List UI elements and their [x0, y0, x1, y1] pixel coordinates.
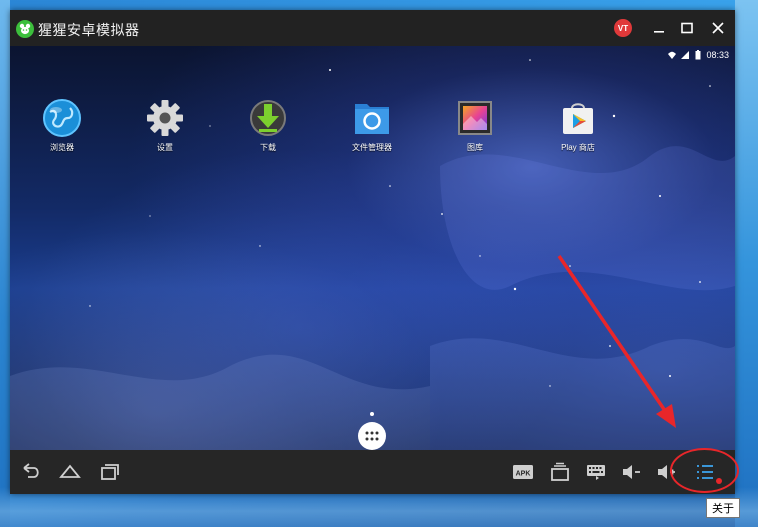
minimize-button[interactable] [649, 18, 669, 38]
app-play-store[interactable]: Play 商店 [538, 98, 618, 153]
back-button[interactable] [20, 462, 42, 482]
app-label: 浏览器 [50, 143, 74, 152]
download-arrow-icon [248, 98, 288, 138]
home-button[interactable] [59, 462, 81, 482]
keyboard-icon [587, 465, 605, 480]
battery-icon [695, 50, 701, 60]
close-button[interactable] [708, 18, 728, 38]
minimize-icon [654, 31, 664, 33]
signal-icon [681, 51, 690, 59]
red-highlight-circle [670, 448, 739, 493]
user-avatar[interactable]: VT [614, 19, 632, 37]
desktop-background-right [735, 0, 758, 527]
app-logo-icon [16, 20, 34, 38]
app-gallery[interactable]: 图库 [435, 98, 515, 153]
back-icon [23, 463, 39, 478]
recent-apps-button[interactable] [98, 462, 120, 482]
apk-install-icon: APK [513, 465, 533, 479]
play-store-icon [558, 98, 598, 138]
title-bar[interactable]: 猩猩安卓模拟器 VT [10, 10, 735, 46]
app-label: 下载 [260, 143, 276, 152]
svg-text:APK: APK [516, 471, 531, 478]
maximize-icon [681, 22, 693, 34]
maximize-button[interactable] [677, 18, 697, 38]
recent-apps-icon [101, 464, 119, 480]
app-label: 图库 [467, 143, 483, 152]
multi-window-button[interactable] [549, 462, 571, 482]
keyboard-button[interactable] [585, 462, 607, 482]
app-drawer-icon [365, 431, 379, 441]
file-manager-icon [352, 98, 392, 138]
app-label: 设置 [157, 143, 173, 152]
app-browser[interactable]: 浏览器 [22, 98, 102, 153]
volume-down-icon [623, 465, 640, 479]
volume-down-button[interactable] [620, 462, 642, 482]
multi-window-icon [551, 462, 569, 481]
android-screen[interactable]: 08:33 浏览器 设置 下载 文件管理器 图库 Play 商店 [10, 46, 735, 450]
window-title: 猩猩安卓模拟器 [38, 22, 140, 38]
wifi-icon [668, 51, 677, 59]
app-label: 文件管理器 [352, 143, 392, 152]
emulator-window: 猩猩安卓模拟器 VT 08:33 浏览器 设置 下载 文件管理器 图库 Play… [10, 10, 735, 494]
app-drawer-button[interactable] [358, 422, 386, 450]
app-settings[interactable]: 设置 [125, 98, 205, 153]
browser-globe-icon [42, 98, 82, 138]
apk-install-button[interactable]: APK [512, 462, 534, 482]
tooltip: 关于 [706, 498, 740, 518]
gallery-icon [455, 98, 495, 138]
page-indicator [370, 412, 374, 416]
app-downloads[interactable]: 下载 [228, 98, 308, 153]
app-file-manager[interactable]: 文件管理器 [332, 98, 412, 153]
android-status-bar: 08:33 [667, 48, 729, 62]
home-icon [59, 464, 81, 478]
close-icon [712, 22, 724, 34]
emulator-toolbar: APK [10, 450, 735, 494]
settings-gear-icon [145, 98, 185, 138]
clock: 08:33 [706, 50, 729, 60]
notification-dot [716, 478, 722, 484]
app-label: Play 商店 [561, 143, 595, 152]
desktop-background-left [0, 0, 10, 527]
